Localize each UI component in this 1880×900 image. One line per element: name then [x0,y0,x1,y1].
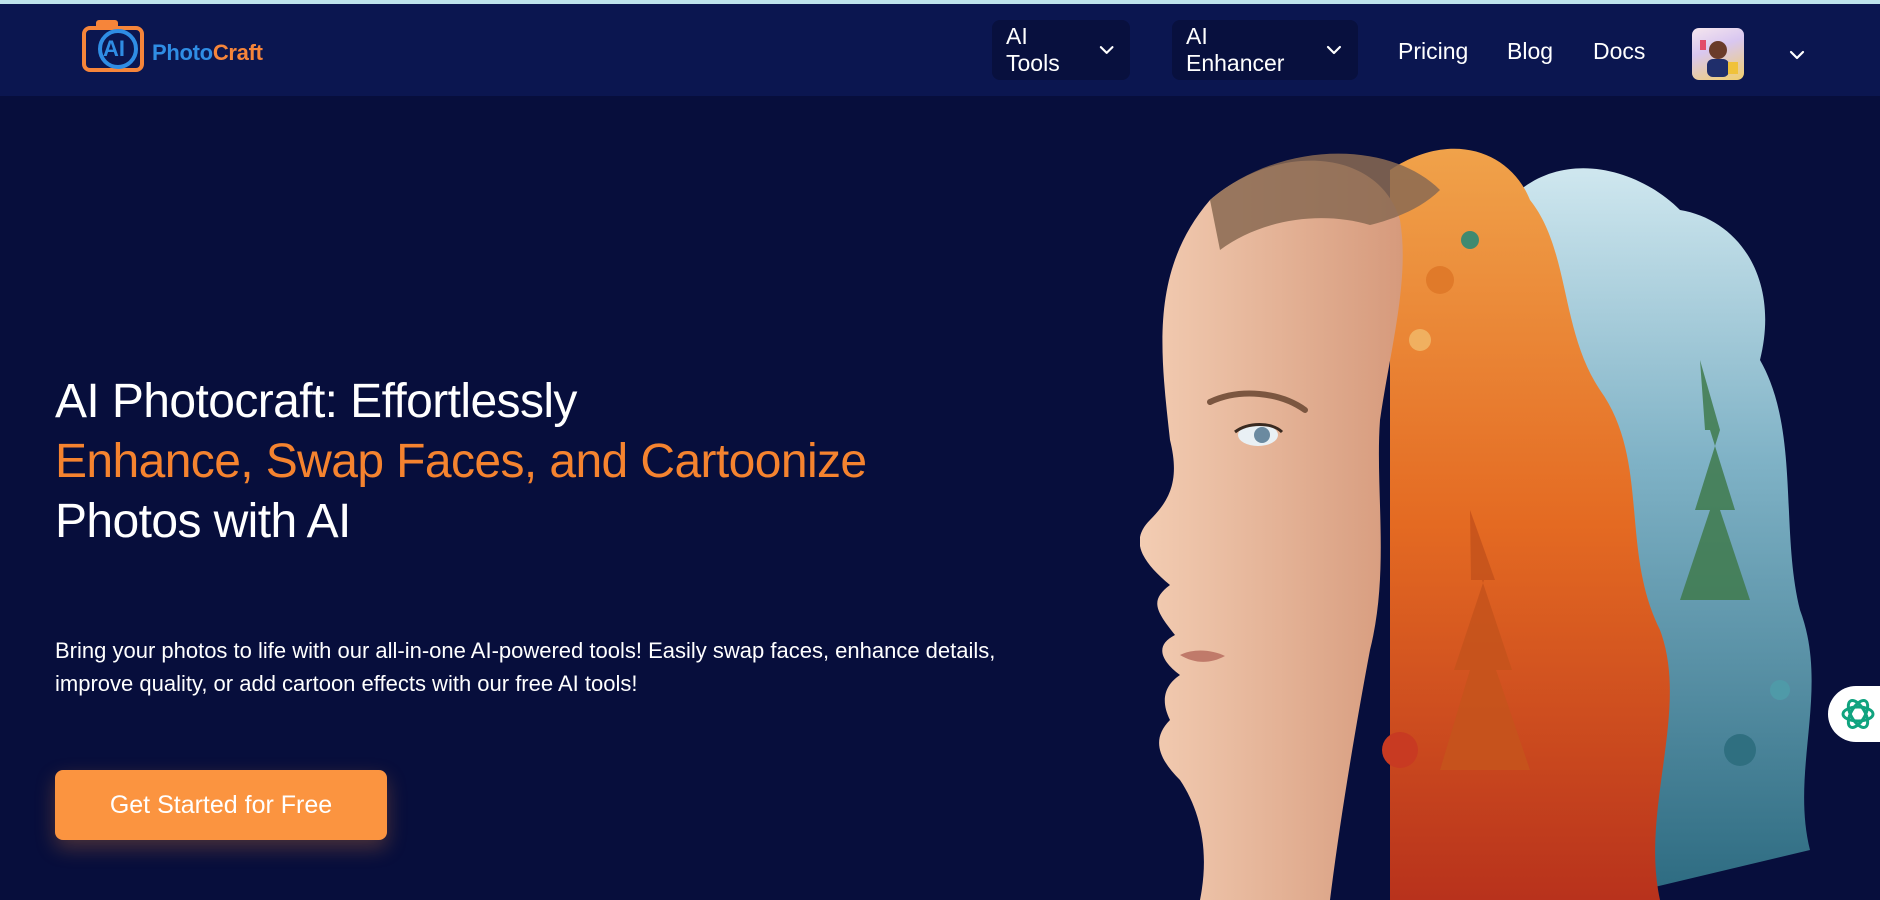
logo-name-part1: Photo [152,40,213,65]
user-avatar[interactable] [1692,28,1744,80]
nav-link-blog[interactable]: Blog [1507,38,1553,65]
hero-portrait-image [1140,148,1812,900]
openai-logo-icon [1841,699,1875,729]
nav-menu-label: AI Enhancer [1186,23,1285,76]
hero-title-line-3: Photos with AI [55,495,351,548]
hero-description: Bring your photos to life with our all-i… [55,638,996,696]
nav-menu-ai-enhancer[interactable]: AI Enhancer [1172,20,1358,80]
nav-menu-label: AI Tools [1006,23,1060,76]
navbar: AI PhotoCraft AI Tools AI Enhancer Prici… [0,4,1880,96]
hero-title: AI Photocraft: Effortlessly Enhance, Swa… [55,372,867,552]
nav-menu-ai-tools[interactable]: AI Tools [992,20,1130,80]
user-menu-chevron-down-icon[interactable] [1786,44,1808,66]
chevron-down-icon [1099,46,1114,54]
chat-assistant-widget[interactable] [1828,686,1880,742]
nav-link-pricing[interactable]: Pricing [1398,38,1468,65]
nav-link-docs[interactable]: Docs [1593,38,1645,65]
logo-name-part2: Craft [212,40,263,65]
avatar-image [1700,40,1738,77]
chevron-down-icon [1326,45,1342,55]
get-started-button[interactable]: Get Started for Free [55,770,387,840]
hero-title-line-2: Enhance, Swap Faces, and Cartoonize [55,435,867,488]
logo-wordmark: PhotoCraft [152,40,263,66]
hero-title-line-1: AI Photocraft: Effortlessly [55,375,577,428]
site-logo[interactable]: AI PhotoCraft [82,14,292,78]
logo-prefix: AI [103,36,125,61]
